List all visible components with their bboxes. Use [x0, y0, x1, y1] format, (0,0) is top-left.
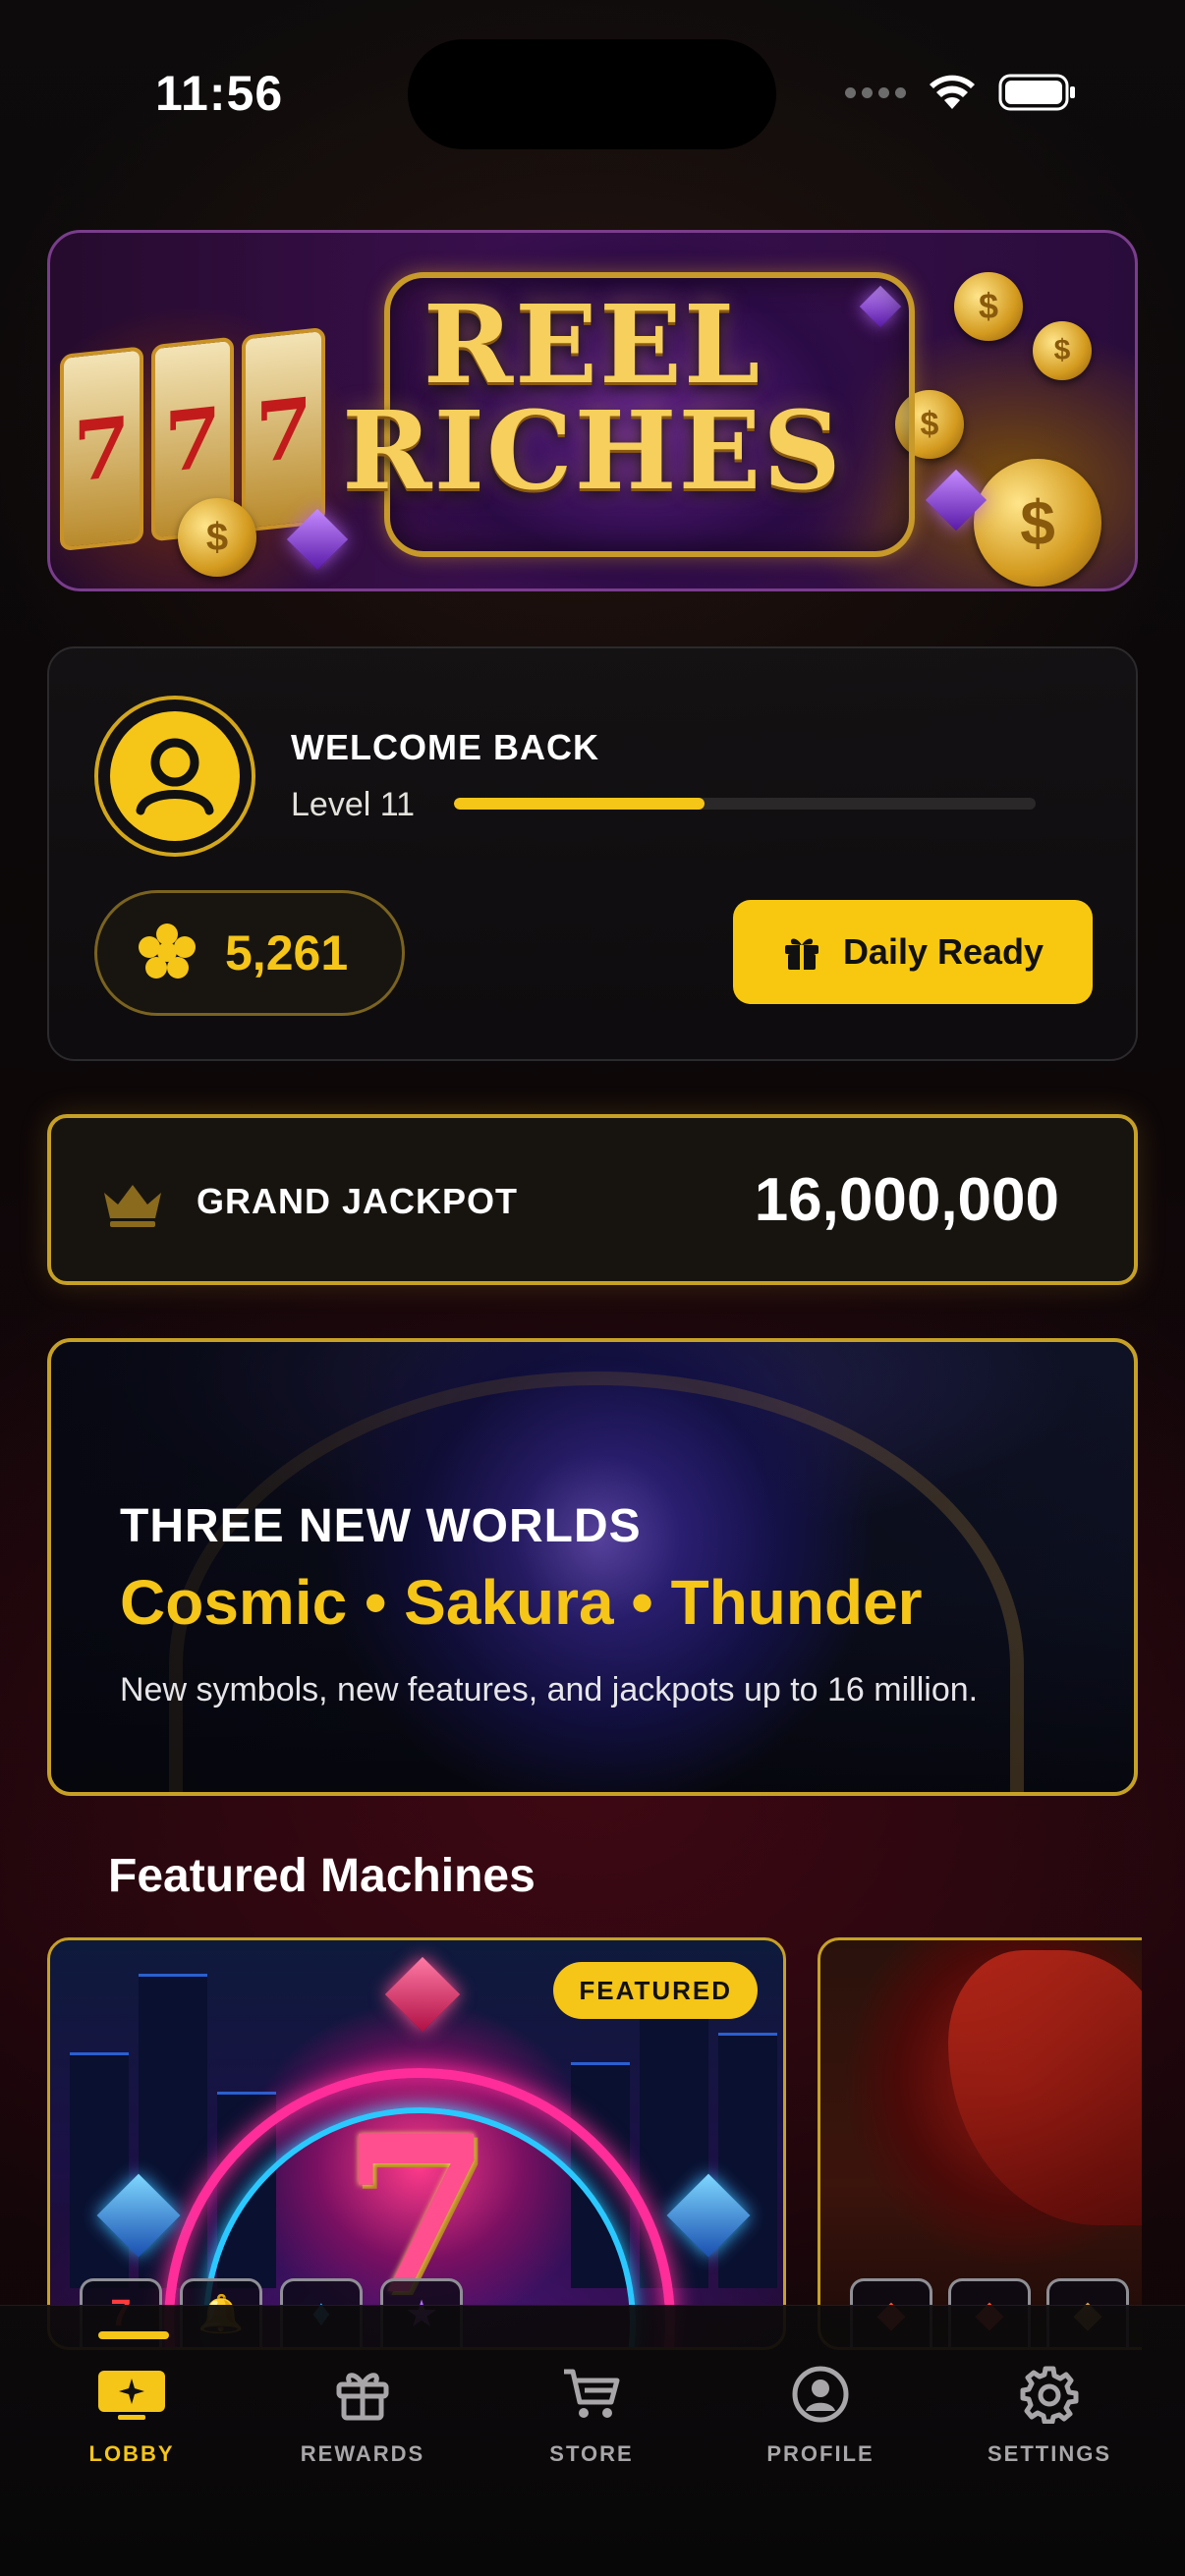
tab-store[interactable]: STORE — [503, 2306, 680, 2502]
player-card: WELCOME BACK Level 11 5,261 Daily Ready — [47, 646, 1138, 1061]
tab-label: LOBBY — [88, 2441, 175, 2466]
tab-rewards[interactable]: REWARDS — [274, 2306, 451, 2502]
machine-card[interactable]: ◆ ◆ ◆ — [818, 1937, 1142, 2350]
lobby-screen: 11:56 7 7 7 $ $ $ $ $ REEL RICHES WELCOM… — [0, 0, 1185, 2576]
active-tab-indicator — [98, 2331, 169, 2339]
daily-reward-button[interactable]: Daily Ready — [733, 900, 1093, 1004]
jackpot-label: GRAND JACKPOT — [197, 1181, 519, 1221]
hero-banner[interactable]: 7 7 7 $ $ $ $ $ REEL RICHES — [47, 230, 1138, 591]
crown-icon — [104, 1185, 161, 1227]
status-time: 11:56 — [155, 66, 284, 121]
daily-reward-label: Daily Ready — [842, 931, 1044, 972]
tab-label: REWARDS — [300, 2441, 425, 2466]
tab-label: PROFILE — [766, 2441, 875, 2466]
gift-icon — [784, 938, 818, 970]
featured-section-title: Featured Machines — [108, 1850, 536, 1902]
tab-lobby[interactable]: LOBBY — [43, 2306, 220, 2502]
user-icon — [781, 2363, 860, 2426]
hero-logo-line1: REEL — [423, 281, 762, 408]
cellular-signal-icon — [845, 86, 906, 98]
status-icons — [845, 73, 1077, 112]
dragon-art — [948, 1950, 1142, 2225]
tab-label: STORE — [549, 2441, 634, 2466]
wifi-icon — [930, 75, 975, 109]
level-label: Level 11 — [291, 786, 416, 823]
jackpot-value: 16,000,000 — [754, 1166, 1059, 1234]
grand-jackpot-banner[interactable]: GRAND JACKPOT 16,000,000 — [47, 1114, 1138, 1285]
bottom-tab-bar: LOBBY REWARDS STORE PROFILE SETTINGS — [0, 2305, 1185, 2576]
coin-art: $ — [178, 498, 256, 577]
level-progress-bar — [454, 798, 1036, 810]
gem-art — [384, 1956, 461, 2033]
coin-balance-value: 5,261 — [225, 925, 349, 980]
lobby-icon — [92, 2363, 171, 2426]
dynamic-island — [408, 39, 776, 149]
promo-banner[interactable]: THREE NEW WORLDS Cosmic • Sakura • Thund… — [47, 1338, 1138, 1796]
user-icon — [110, 711, 240, 841]
gear-icon — [1010, 2363, 1089, 2426]
gift-icon — [323, 2363, 402, 2426]
promo-title: Cosmic • Sakura • Thunder — [120, 1567, 923, 1638]
promo-description: New symbols, new features, and jackpots … — [120, 1671, 979, 1708]
status-bar: 11:56 — [0, 0, 1185, 196]
machine-card[interactable]: 7 FEATURED 7 🔔 ♦ ★ — [47, 1937, 786, 2350]
tab-profile[interactable]: PROFILE — [732, 2306, 909, 2502]
level-progress-fill — [454, 798, 705, 810]
hero-logo: REEL RICHES — [50, 281, 1135, 514]
tab-settings[interactable]: SETTINGS — [961, 2306, 1138, 2502]
welcome-label: WELCOME BACK — [291, 727, 599, 767]
promo-kicker: THREE NEW WORLDS — [120, 1500, 642, 1552]
cart-icon — [552, 2363, 631, 2426]
featured-badge: FEATURED — [553, 1962, 758, 2019]
coins-icon — [139, 924, 196, 979]
hero-logo-line2: RICHES — [342, 387, 843, 514]
avatar[interactable] — [94, 696, 255, 857]
coin-balance[interactable]: 5,261 — [94, 890, 405, 1016]
tab-label: SETTINGS — [987, 2441, 1111, 2466]
battery-icon — [998, 74, 1075, 111]
